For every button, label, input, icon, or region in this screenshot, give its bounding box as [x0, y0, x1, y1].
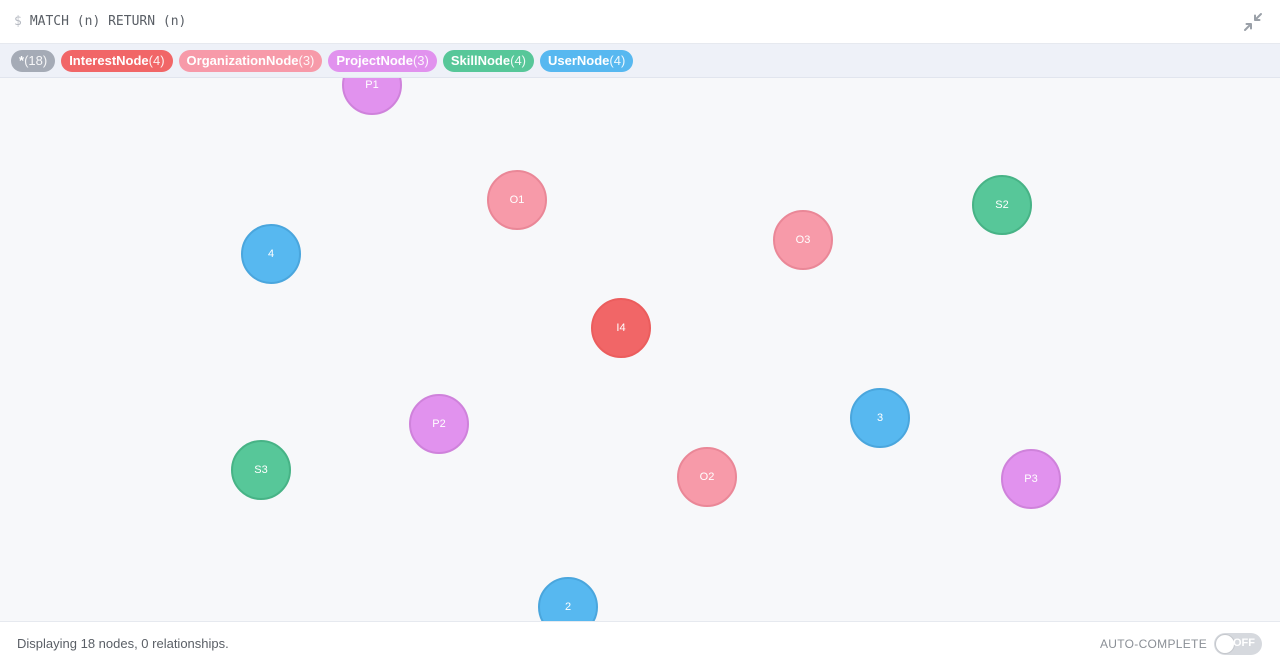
legend-pill-count: (4) [609, 53, 626, 68]
node-label: 2 [565, 601, 571, 613]
node-circle[interactable] [538, 577, 598, 621]
legend-pill-project[interactable]: ProjectNode (3) [328, 49, 437, 72]
legend-pill-count: (4) [148, 53, 165, 68]
graph-node-O1[interactable]: O1 [487, 170, 547, 230]
graph-node-I4[interactable]: I4 [591, 298, 651, 358]
node-label: S2 [995, 199, 1008, 211]
legend-pill-skill[interactable]: SkillNode (4) [442, 49, 534, 72]
legend-pill-count: (3) [298, 53, 315, 68]
graph-canvas[interactable]: P1 O1 S2 4 O3 I4 P2 3 S3 O2 P3 2 [0, 78, 1280, 621]
node-label: P2 [432, 418, 445, 430]
node-label: 4 [268, 248, 274, 260]
graph-node-O3[interactable]: O3 [773, 210, 833, 270]
node-label: O2 [700, 471, 715, 483]
legend-pill-count: (18) [24, 53, 48, 68]
node-label: I4 [616, 322, 625, 334]
legend-pill-label: ProjectNode [336, 53, 413, 68]
graph-node-S3[interactable]: S3 [231, 440, 291, 500]
toggle-knob[interactable] [1215, 634, 1235, 654]
node-label: 3 [877, 412, 883, 424]
graph-node-3[interactable]: 3 [850, 388, 910, 448]
legend-pill-user[interactable]: UserNode (4) [540, 49, 634, 72]
graph-node-O2[interactable]: O2 [677, 447, 737, 507]
legend-pill-label: SkillNode [450, 53, 511, 68]
node-label: O1 [510, 194, 525, 206]
query-bar: $ MATCH (n) RETURN (n) [0, 0, 1280, 44]
legend-pill-label: UserNode [548, 53, 610, 68]
status-text: Displaying 18 nodes, 0 relationships. [17, 636, 229, 651]
legend-pill-count: (4) [510, 53, 526, 68]
graph-node-S2[interactable]: S2 [972, 175, 1032, 235]
node-label: P3 [1024, 473, 1037, 485]
legend-pill-label: OrganizationNode [186, 53, 299, 68]
node-label: O3 [796, 234, 811, 246]
autocomplete-label: AUTO-COMPLETE [1099, 637, 1207, 651]
graph-node-4[interactable]: 4 [241, 224, 301, 284]
legend-pill-organization[interactable]: OrganizationNode (3) [178, 49, 323, 72]
collapse-icon[interactable] [1242, 11, 1264, 33]
node-label: S3 [254, 464, 267, 476]
autocomplete-control: AUTO-COMPLETE OFF [1100, 633, 1262, 655]
query-prompt: $ [14, 14, 22, 29]
graph-node-2[interactable]: 2 [538, 577, 598, 621]
node-label: P1 [365, 79, 378, 91]
toggle-state: OFF [1233, 637, 1255, 649]
legend-pill-count: (3) [412, 53, 429, 68]
graph-node-P1[interactable]: P1 [342, 78, 402, 115]
legend-pill-all[interactable]: * (18) [11, 49, 56, 72]
query-text[interactable]: MATCH (n) RETURN (n) [30, 14, 187, 29]
autocomplete-toggle[interactable]: OFF [1214, 633, 1262, 655]
legend-pill-label: InterestNode [69, 53, 149, 68]
graph-node-P3[interactable]: P3 [1001, 449, 1061, 509]
graph-svg[interactable]: P1 O1 S2 4 O3 I4 P2 3 S3 O2 P3 2 [0, 78, 1280, 621]
status-bar: Displaying 18 nodes, 0 relationships. AU… [0, 621, 1280, 665]
graph-node-P2[interactable]: P2 [409, 394, 469, 454]
legend-pill-interest[interactable]: InterestNode (4) [61, 49, 173, 72]
legend-bar: * (18) InterestNode (4) OrganizationNode (3) P… [0, 44, 1280, 78]
